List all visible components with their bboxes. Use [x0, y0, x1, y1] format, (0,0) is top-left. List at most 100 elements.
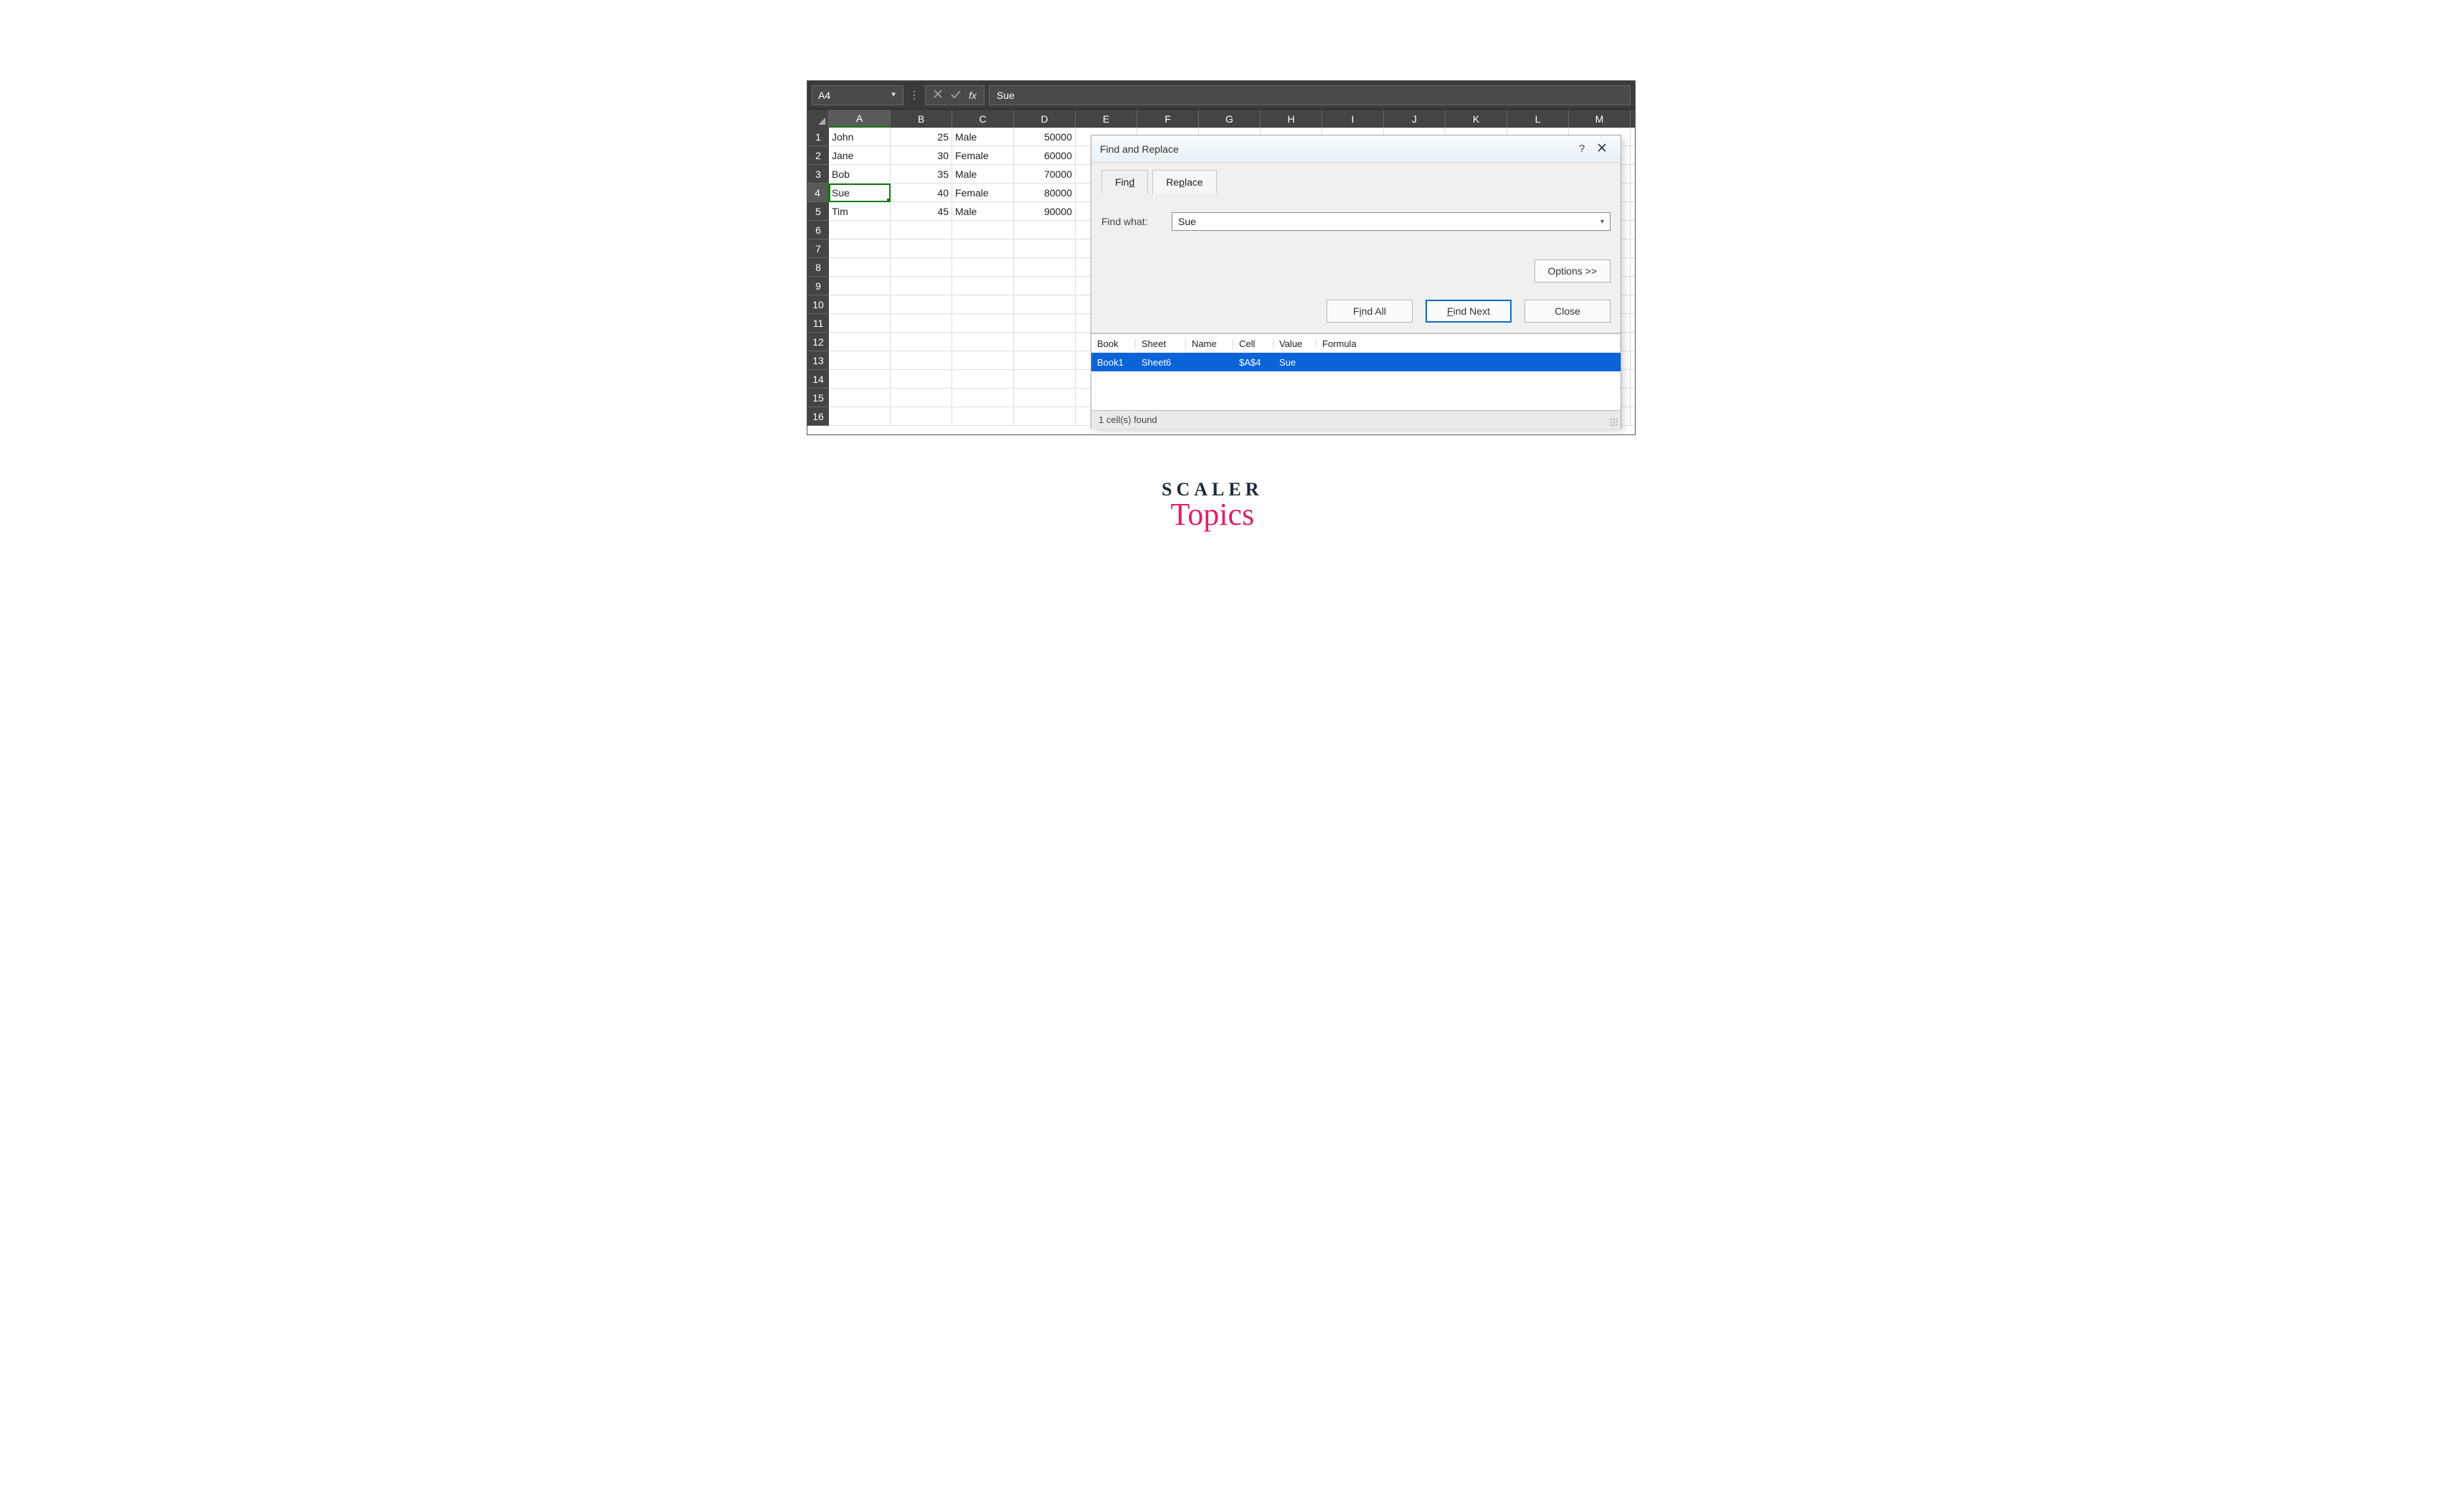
cell[interactable]: [829, 295, 891, 314]
cell[interactable]: [829, 221, 891, 239]
column-header[interactable]: A: [829, 110, 891, 128]
cell[interactable]: [829, 314, 891, 333]
find-next-button[interactable]: Find Next: [1426, 300, 1512, 323]
row-header[interactable]: 2: [807, 146, 829, 165]
help-icon[interactable]: ?: [1572, 143, 1592, 155]
cell[interactable]: 30: [891, 146, 952, 165]
cell[interactable]: [829, 333, 891, 351]
column-header[interactable]: F: [1137, 110, 1199, 128]
column-header[interactable]: H: [1261, 110, 1322, 128]
dialog-titlebar[interactable]: Find and Replace ?: [1091, 135, 1621, 163]
cell[interactable]: [891, 221, 952, 239]
cell[interactable]: [1014, 407, 1076, 426]
close-button[interactable]: Close: [1524, 300, 1611, 323]
cell[interactable]: [952, 389, 1014, 407]
row-header[interactable]: 8: [807, 258, 829, 277]
cell[interactable]: 35: [891, 165, 952, 184]
column-header[interactable]: M: [1569, 110, 1631, 128]
row-header[interactable]: 7: [807, 239, 829, 258]
cell[interactable]: [891, 295, 952, 314]
cell[interactable]: Female: [952, 146, 1014, 165]
cell[interactable]: 45: [891, 202, 952, 221]
row-header[interactable]: 9: [807, 277, 829, 295]
row-header[interactable]: 10: [807, 295, 829, 314]
cell[interactable]: [891, 351, 952, 370]
cell[interactable]: [952, 258, 1014, 277]
cell[interactable]: [1014, 295, 1076, 314]
result-row[interactable]: Book1 Sheet6 $A$4 Sue: [1091, 353, 1621, 371]
cell[interactable]: Tim: [829, 202, 891, 221]
column-header[interactable]: E: [1076, 110, 1137, 128]
cell[interactable]: [891, 370, 952, 389]
row-header[interactable]: 6: [807, 221, 829, 239]
cell[interactable]: [829, 277, 891, 295]
cell[interactable]: [952, 239, 1014, 258]
column-header[interactable]: G: [1199, 110, 1261, 128]
cell[interactable]: 25: [891, 128, 952, 146]
options-button[interactable]: Options >>: [1535, 260, 1611, 282]
cell[interactable]: [952, 221, 1014, 239]
cell[interactable]: [891, 277, 952, 295]
column-header[interactable]: I: [1322, 110, 1384, 128]
cell[interactable]: [829, 407, 891, 426]
column-header[interactable]: B: [891, 110, 952, 128]
row-header[interactable]: 16: [807, 407, 829, 426]
tab-find[interactable]: Find: [1101, 170, 1148, 194]
row-header[interactable]: 11: [807, 314, 829, 333]
cell[interactable]: [1014, 351, 1076, 370]
cell[interactable]: Female: [952, 184, 1014, 202]
close-icon[interactable]: [1592, 143, 1612, 155]
chevron-down-icon[interactable]: ▾: [1600, 218, 1604, 226]
column-header[interactable]: L: [1507, 110, 1569, 128]
cell[interactable]: [891, 407, 952, 426]
row-header[interactable]: 1: [807, 128, 829, 146]
col-book[interactable]: Book: [1091, 338, 1136, 349]
cancel-icon[interactable]: [933, 89, 943, 101]
fx-icon[interactable]: fx: [969, 90, 977, 101]
cell[interactable]: [891, 258, 952, 277]
row-header[interactable]: 14: [807, 370, 829, 389]
row-header[interactable]: 5: [807, 202, 829, 221]
column-header[interactable]: D: [1014, 110, 1076, 128]
find-all-button[interactable]: Find All: [1327, 300, 1413, 323]
cell[interactable]: 50000: [1014, 128, 1076, 146]
cell[interactable]: [952, 277, 1014, 295]
cell[interactable]: [829, 389, 891, 407]
find-what-input[interactable]: Sue ▾: [1172, 212, 1611, 231]
cell[interactable]: [952, 295, 1014, 314]
cell[interactable]: Bob: [829, 165, 891, 184]
enter-icon[interactable]: [950, 89, 962, 101]
cell[interactable]: Jane: [829, 146, 891, 165]
cell[interactable]: [829, 258, 891, 277]
row-header[interactable]: 13: [807, 351, 829, 370]
column-header[interactable]: C: [952, 110, 1014, 128]
row-header[interactable]: 12: [807, 333, 829, 351]
cell[interactable]: [829, 351, 891, 370]
cell[interactable]: [952, 370, 1014, 389]
cell[interactable]: [1014, 258, 1076, 277]
cell[interactable]: [952, 314, 1014, 333]
cell[interactable]: [1014, 221, 1076, 239]
cell[interactable]: [829, 239, 891, 258]
row-header[interactable]: 4: [807, 184, 829, 202]
col-cell[interactable]: Cell: [1233, 338, 1273, 349]
row-header[interactable]: 15: [807, 389, 829, 407]
cell[interactable]: [1014, 314, 1076, 333]
col-value[interactable]: Value: [1273, 338, 1317, 349]
cell[interactable]: [1014, 277, 1076, 295]
cell[interactable]: [1014, 370, 1076, 389]
cell[interactable]: [1014, 239, 1076, 258]
cell[interactable]: Male: [952, 165, 1014, 184]
cell[interactable]: John: [829, 128, 891, 146]
cell[interactable]: Male: [952, 128, 1014, 146]
cell[interactable]: [891, 314, 952, 333]
col-sheet[interactable]: Sheet: [1136, 338, 1186, 349]
row-header[interactable]: 3: [807, 165, 829, 184]
col-formula[interactable]: Formula: [1317, 338, 1621, 349]
column-header[interactable]: J: [1384, 110, 1446, 128]
cell[interactable]: [891, 333, 952, 351]
formula-input[interactable]: Sue: [989, 85, 1631, 105]
cell[interactable]: Male: [952, 202, 1014, 221]
cell[interactable]: 60000: [1014, 146, 1076, 165]
cell[interactable]: 80000: [1014, 184, 1076, 202]
